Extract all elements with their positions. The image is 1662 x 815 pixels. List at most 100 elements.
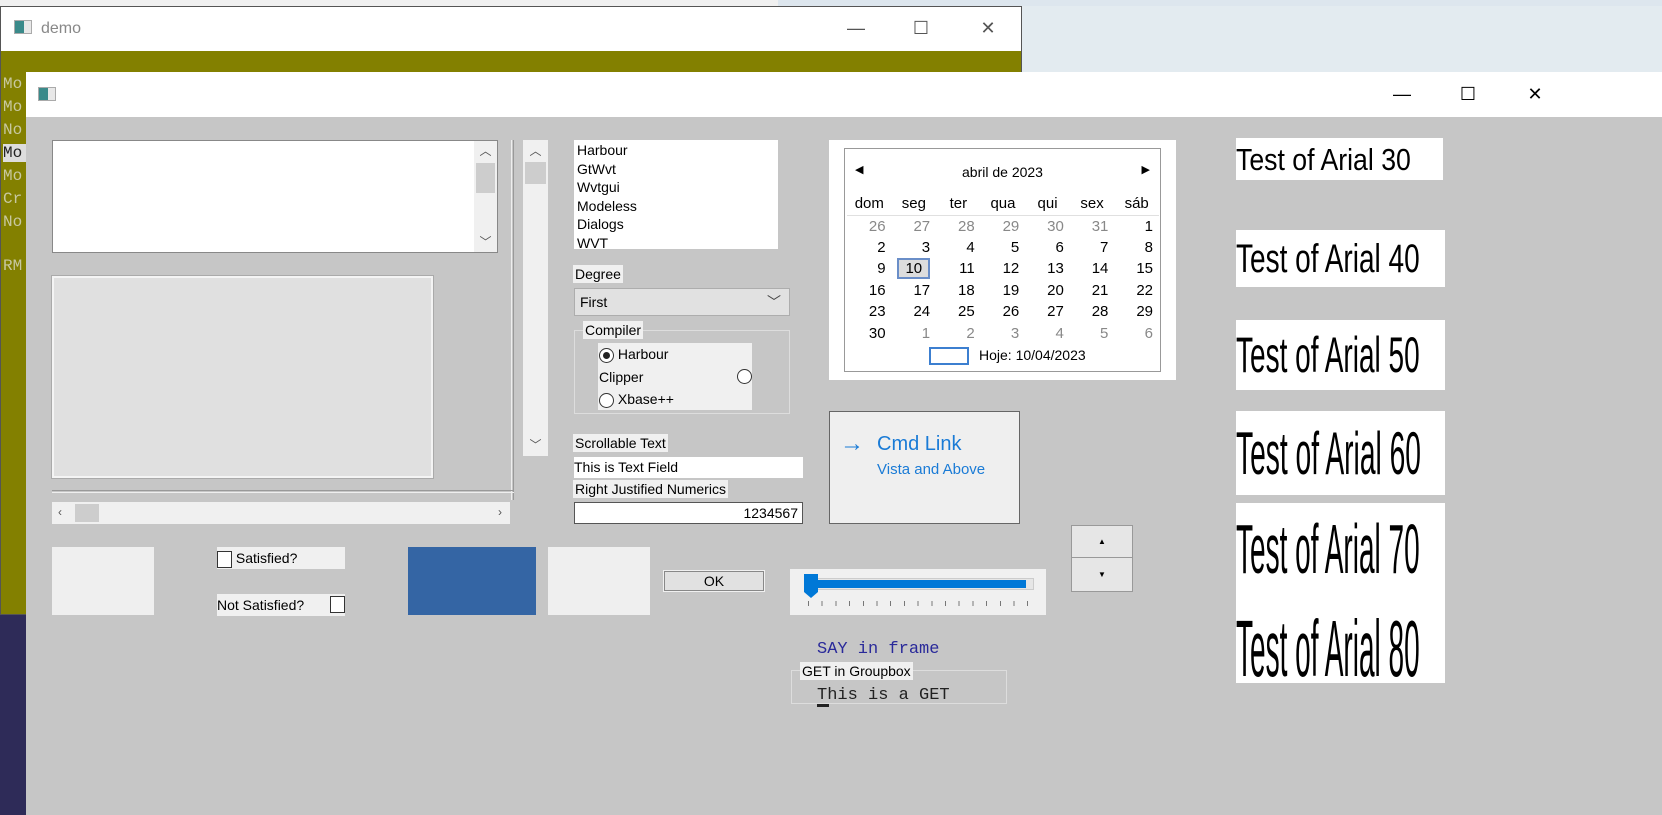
minimize-button[interactable]: — <box>1392 84 1412 104</box>
maximize-button[interactable]: ☐ <box>1458 84 1478 104</box>
day-number: 29 <box>1002 217 1020 235</box>
calendar-day[interactable]: 2 <box>936 323 981 345</box>
calendar-day[interactable]: 28 <box>936 215 981 237</box>
vertical-scrollbar[interactable]: ︿ ﹀ <box>523 140 548 456</box>
calendar-day[interactable]: 1 <box>892 323 937 345</box>
calendar-day[interactable]: 21 <box>1070 280 1115 302</box>
scroll-down-icon[interactable]: ﹀ <box>523 436 548 456</box>
chevron-down-icon[interactable]: ﹀ <box>767 292 781 312</box>
satisfied-checkbox[interactable]: Satisfied? <box>217 547 345 569</box>
spin-up-icon[interactable]: ▲ <box>1072 526 1132 558</box>
calendar-day[interactable]: 31 <box>1070 215 1115 237</box>
scroll-thumb[interactable] <box>525 162 546 184</box>
compiler-radio-panel: Harbour Clipper Xbase++ <box>598 343 752 410</box>
radio-xbase[interactable]: Xbase++ <box>599 391 674 408</box>
scroll-thumb[interactable] <box>75 504 99 522</box>
vertical-scrollbar[interactable]: ︿ ﹀ <box>474 141 497 252</box>
console-line: No <box>3 121 23 139</box>
list-item[interactable]: GtWvt <box>577 160 775 179</box>
day-number: 28 <box>958 217 975 235</box>
calendar-day[interactable]: 6 <box>1114 323 1159 345</box>
calendar-day[interactable]: 8 <box>1114 237 1159 259</box>
calendar-day[interactable]: 30 <box>1025 215 1070 237</box>
calendar-day[interactable]: 6 <box>1025 237 1070 259</box>
calendar-day[interactable]: 27 <box>1025 301 1070 323</box>
day-number: 4 <box>966 238 975 256</box>
not-satisfied-checkbox[interactable]: Not Satisfied? <box>217 594 345 616</box>
list-item[interactable]: Wvtgui <box>577 178 775 197</box>
calendar-day[interactable]: 26 <box>847 215 892 237</box>
text-field[interactable]: This is Text Field <box>574 457 803 478</box>
scroll-left-icon[interactable]: ‹ <box>58 505 62 519</box>
numeric-field[interactable]: 1234567 <box>574 502 803 524</box>
today-link[interactable]: Hoje: 10/04/2023 <box>979 347 1086 363</box>
calendar-day[interactable]: 7 <box>1070 237 1115 259</box>
updown-control[interactable]: ▲ ▼ <box>1071 525 1133 592</box>
scroll-thumb[interactable] <box>476 163 495 193</box>
scroll-down-icon[interactable]: ﹀ <box>474 232 497 252</box>
cmd-link-button[interactable]: → Cmd Link Vista and Above <box>829 411 1020 524</box>
list-item[interactable]: WVT <box>577 234 775 253</box>
checkbox-icon <box>217 550 232 568</box>
text-area[interactable]: ︿ ﹀ <box>52 140 498 253</box>
day-number: 1 <box>921 324 931 342</box>
day-number: 12 <box>1002 260 1020 278</box>
calendar-day[interactable]: 26 <box>981 301 1026 323</box>
calendar-day[interactable]: 5 <box>1070 323 1115 345</box>
close-button[interactable]: ✕ <box>1525 84 1545 104</box>
calendar-day[interactable]: 16 <box>847 280 892 302</box>
slider-thumb[interactable] <box>804 574 818 598</box>
calendar-day[interactable]: 28 <box>1070 301 1115 323</box>
ok-button[interactable]: OK <box>663 570 765 592</box>
calendar-day[interactable]: 3 <box>981 323 1026 345</box>
calendar-day[interactable]: 22 <box>1114 280 1159 302</box>
arial-30-label: Test of Arial 30 <box>1236 138 1443 180</box>
calendar-day[interactable]: 24 <box>892 301 937 323</box>
static-panel <box>52 547 154 615</box>
slider[interactable] <box>790 569 1046 615</box>
listbox[interactable]: Harbour GtWvt Wvtgui Modeless Dialogs WV… <box>574 140 778 251</box>
calendar-day[interactable]: 3 <box>892 237 937 259</box>
calendar-day[interactable]: 13 <box>1025 258 1070 280</box>
calendar-day[interactable]: 27 <box>892 215 937 237</box>
maximize-button[interactable]: ☐ <box>911 18 931 38</box>
minimize-button[interactable]: — <box>846 18 866 38</box>
calendar-day[interactable]: 20 <box>1025 280 1070 302</box>
spin-down-icon[interactable]: ▼ <box>1072 558 1132 591</box>
calendar-day[interactable]: 25 <box>936 301 981 323</box>
calendar-day[interactable]: 1 <box>1114 215 1159 237</box>
get-input[interactable]: This is a GET <box>817 686 950 705</box>
scroll-up-icon[interactable]: ︿ <box>474 141 497 161</box>
radio-clipper[interactable]: Clipper <box>599 369 752 385</box>
calendar-day[interactable]: 11 <box>936 258 981 280</box>
calendar-day[interactable]: 4 <box>936 237 981 259</box>
degree-label: Degree <box>573 265 623 283</box>
calendar-day[interactable]: 17 <box>892 280 937 302</box>
calendar-day[interactable]: 12 <box>981 258 1026 280</box>
calendar-day[interactable]: 5 <box>981 237 1026 259</box>
calendar-day[interactable]: 29 <box>981 215 1026 237</box>
close-button[interactable]: ✕ <box>978 18 998 38</box>
calendar-month[interactable]: abril de 2023 <box>845 164 1160 180</box>
degree-combobox[interactable]: First ﹀ <box>574 288 790 316</box>
calendar-day[interactable]: 30 <box>847 323 892 345</box>
calendar-day[interactable]: 2 <box>847 237 892 259</box>
list-item[interactable]: Harbour <box>577 141 775 160</box>
calendar-day[interactable]: 4 <box>1025 323 1070 345</box>
radio-harbour[interactable]: Harbour <box>599 346 668 363</box>
calendar-day[interactable]: 9 <box>847 258 892 280</box>
next-month-icon[interactable]: ▶ <box>1142 163 1150 176</box>
calendar-day[interactable]: 23 <box>847 301 892 323</box>
calendar[interactable]: ◀ abril de 2023 ▶ dom seg ter qua qui sex sáb 2… <box>829 140 1176 380</box>
list-item[interactable]: Dialogs <box>577 215 775 234</box>
scroll-up-icon[interactable]: ︿ <box>523 140 548 160</box>
calendar-day[interactable]: 29 <box>1114 301 1159 323</box>
calendar-day[interactable]: 18 <box>936 280 981 302</box>
calendar-day[interactable]: 10 <box>892 258 937 280</box>
list-item[interactable]: Modeless <box>577 197 775 216</box>
scroll-right-icon[interactable]: › <box>498 505 502 519</box>
calendar-day[interactable]: 14 <box>1070 258 1115 280</box>
horizontal-scrollbar[interactable]: ‹ › <box>52 502 510 524</box>
calendar-day[interactable]: 15 <box>1114 258 1159 280</box>
calendar-day[interactable]: 19 <box>981 280 1026 302</box>
